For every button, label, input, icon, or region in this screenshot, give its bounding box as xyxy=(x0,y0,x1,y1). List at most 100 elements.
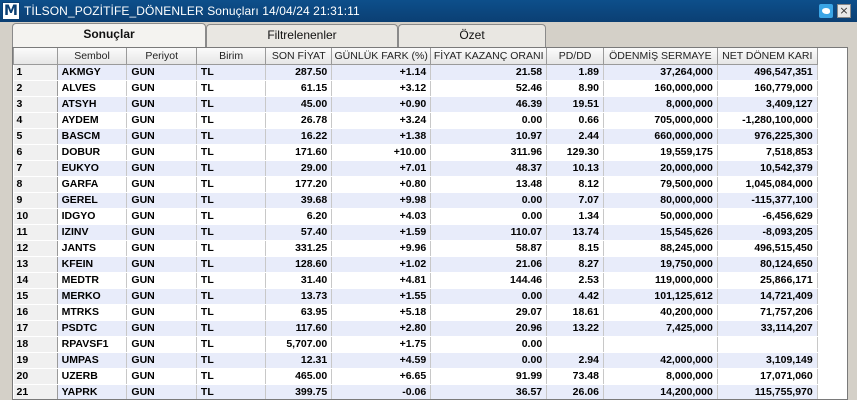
symbol-cell: ALVES xyxy=(57,80,128,97)
net-profit-cell: 7,518,853 xyxy=(717,144,818,161)
table-row[interactable]: 10 IDGYO GUN TL 6.20 +4.03 0.00 1.34 50,000,000-… xyxy=(13,208,847,225)
paid-capital-cell: 37,264,000 xyxy=(603,64,718,81)
paid-capital-cell: 19,750,000 xyxy=(603,256,718,273)
row-index: 1 xyxy=(13,64,58,81)
period-cell: GUN xyxy=(126,240,197,257)
last-price-cell: 31.40 xyxy=(265,272,333,289)
table-row[interactable]: 1 AKMGY GUN TL 287.50 +1.14 21.58 1.89 37,264,00… xyxy=(13,64,847,81)
net-profit-cell: 1,045,084,000 xyxy=(717,176,818,193)
tab-sonuclar[interactable]: Sonuçlar xyxy=(12,23,206,47)
row-filler xyxy=(817,192,847,209)
tab-filtrelenenler[interactable]: Filtrelenenler xyxy=(206,24,398,47)
row-index: 3 xyxy=(13,96,58,113)
tab-ozet[interactable]: Özet xyxy=(398,24,546,47)
row-filler xyxy=(817,256,847,273)
row-filler xyxy=(817,64,847,81)
header-pd-dd[interactable]: PD/DD xyxy=(546,48,604,65)
row-index: 13 xyxy=(13,256,58,273)
paid-capital-cell xyxy=(603,336,718,353)
table-row[interactable]: 7 EUKYO GUN TL 29.00 +7.01 48.37 10.13 20,000,00… xyxy=(13,160,847,177)
header-sembol[interactable]: Sembol xyxy=(56,48,128,65)
symbol-cell: UMPAS xyxy=(57,352,128,369)
table-row[interactable]: 15 MERKO GUN TL 13.73 +1.55 0.00 4.42 101,125,61… xyxy=(13,288,847,305)
table-row[interactable]: 11 IZINV GUN TL 57.40 +1.59 110.07 13.74 15,545,… xyxy=(13,224,847,241)
table-row[interactable]: 18 RPAVSF1 GUN TL 5,707.00 +1.75 0.00 xyxy=(13,336,847,353)
unit-cell: TL xyxy=(196,352,267,369)
row-index: 12 xyxy=(13,240,58,257)
paid-capital-cell: 8,000,000 xyxy=(603,368,718,385)
row-filler xyxy=(817,224,847,241)
net-profit-cell: 80,124,650 xyxy=(717,256,818,273)
table-row[interactable]: 5 BASCM GUN TL 16.22 +1.38 10.97 2.44 660,000,00… xyxy=(13,128,847,145)
header-odenmis-sermaye[interactable]: ÖDENMİŞ SERMAYE xyxy=(602,48,718,65)
table-row[interactable]: 6 DOBUR GUN TL 171.60 +10.00 311.96 129.30 19,55… xyxy=(13,144,847,161)
unit-cell: TL xyxy=(196,240,267,257)
pe-ratio-cell: 110.07 xyxy=(430,224,548,241)
header-son-fiyat[interactable]: SON FİYAT xyxy=(265,48,333,65)
paid-capital-cell: 8,000,000 xyxy=(603,96,718,113)
symbol-cell: UZERB xyxy=(57,368,128,385)
unit-cell: TL xyxy=(196,304,267,321)
daily-change-cell: +1.14 xyxy=(331,64,432,81)
net-profit-cell: -1,280,100,000 xyxy=(717,112,818,129)
table-row[interactable]: 3 ATSYH GUN TL 45.00 +0.90 46.39 19.51 8,000,000… xyxy=(13,96,847,113)
daily-change-cell: +1.55 xyxy=(331,288,432,305)
paid-capital-cell: 40,200,000 xyxy=(603,304,718,321)
row-filler xyxy=(817,272,847,289)
daily-change-cell: +7.01 xyxy=(331,160,432,177)
last-price-cell: 29.00 xyxy=(265,160,333,177)
table-row[interactable]: 19 UMPAS GUN TL 12.31 +4.59 0.00 2.94 42,000,000… xyxy=(13,352,847,369)
unit-cell: TL xyxy=(196,144,267,161)
row-filler xyxy=(817,80,847,97)
pb-ratio-cell: 10.13 xyxy=(546,160,604,177)
daily-change-cell: +5.18 xyxy=(331,304,432,321)
table-row[interactable]: 9 GEREL GUN TL 39.68 +9.98 0.00 7.07 80,000,000-… xyxy=(13,192,847,209)
paid-capital-cell: 7,425,000 xyxy=(603,320,718,337)
period-cell: GUN xyxy=(126,96,197,113)
pe-ratio-cell: 48.37 xyxy=(430,160,548,177)
header-birim[interactable]: Birim xyxy=(195,48,267,65)
pb-ratio-cell: 73.48 xyxy=(546,368,604,385)
header-gunluk-fark[interactable]: GÜNLÜK FARK (%) xyxy=(331,48,432,65)
table-row[interactable]: 8 GARFA GUN TL 177.20 +0.80 13.48 8.12 79,500,00… xyxy=(13,176,847,193)
twitter-share-icon[interactable] xyxy=(819,4,833,18)
pe-ratio-cell: 13.48 xyxy=(430,176,548,193)
app-logo-icon: M xyxy=(2,2,20,20)
period-cell: GUN xyxy=(126,80,197,97)
close-icon[interactable]: × xyxy=(837,4,851,18)
pb-ratio-cell: 8.15 xyxy=(546,240,604,257)
net-profit-cell: 71,757,206 xyxy=(717,304,818,321)
table-row[interactable]: 14 MEDTR GUN TL 31.40 +4.81 144.46 2.53 119,000,… xyxy=(13,272,847,289)
header-net-donem-kari[interactable]: NET DÖNEM KARI xyxy=(716,48,818,65)
unit-cell: TL xyxy=(196,336,267,353)
row-filler xyxy=(817,144,847,161)
symbol-cell: MEDTR xyxy=(57,272,128,289)
pb-ratio-cell: 2.44 xyxy=(546,128,604,145)
header-fiyat-kazanc-orani[interactable]: FİYAT KAZANÇ ORANI xyxy=(430,48,548,65)
daily-change-cell: +3.24 xyxy=(331,112,432,129)
table-row[interactable]: 21 YAPRK GUN TL 399.75 -0.06 36.57 26.06 14,200,… xyxy=(13,384,847,399)
pe-ratio-cell: 311.96 xyxy=(430,144,548,161)
pb-ratio-cell: 129.30 xyxy=(546,144,604,161)
row-index: 9 xyxy=(13,192,58,209)
table-row[interactable]: 4 AYDEM GUN TL 26.78 +3.24 0.00 0.66 705,000,000… xyxy=(13,112,847,129)
daily-change-cell: -0.06 xyxy=(331,384,432,399)
table-row[interactable]: 12 JANTS GUN TL 331.25 +9.96 58.87 8.15 88,245,0… xyxy=(13,240,847,257)
table-row[interactable]: 16 MTRKS GUN TL 63.95 +5.18 29.07 18.61 40,200,0… xyxy=(13,304,847,321)
table-row[interactable]: 17 PSDTC GUN TL 117.60 +2.80 20.96 13.22 7,425,0… xyxy=(13,320,847,337)
last-price-cell: 5,707.00 xyxy=(265,336,333,353)
header-index[interactable] xyxy=(13,48,58,65)
results-grid[interactable]: Sembol Periyot Birim SON FİYAT GÜNLÜK FA… xyxy=(12,47,848,400)
title-actions: × xyxy=(819,4,851,18)
table-row[interactable]: 13 KFEIN GUN TL 128.60 +1.02 21.06 8.27 19,750,0… xyxy=(13,256,847,273)
header-periyot[interactable]: Periyot xyxy=(126,48,197,65)
unit-cell: TL xyxy=(196,208,267,225)
row-index: 18 xyxy=(13,336,58,353)
daily-change-cell: +1.02 xyxy=(331,256,432,273)
table-row[interactable]: 2 ALVES GUN TL 61.15 +3.12 52.46 8.90 160,000,00… xyxy=(13,80,847,97)
table-row[interactable]: 20 UZERB GUN TL 465.00 +6.65 91.99 73.48 8,000,0… xyxy=(13,368,847,385)
row-index: 6 xyxy=(13,144,58,161)
period-cell: GUN xyxy=(126,128,197,145)
symbol-cell: AKMGY xyxy=(57,64,128,81)
symbol-cell: BASCM xyxy=(57,128,128,145)
